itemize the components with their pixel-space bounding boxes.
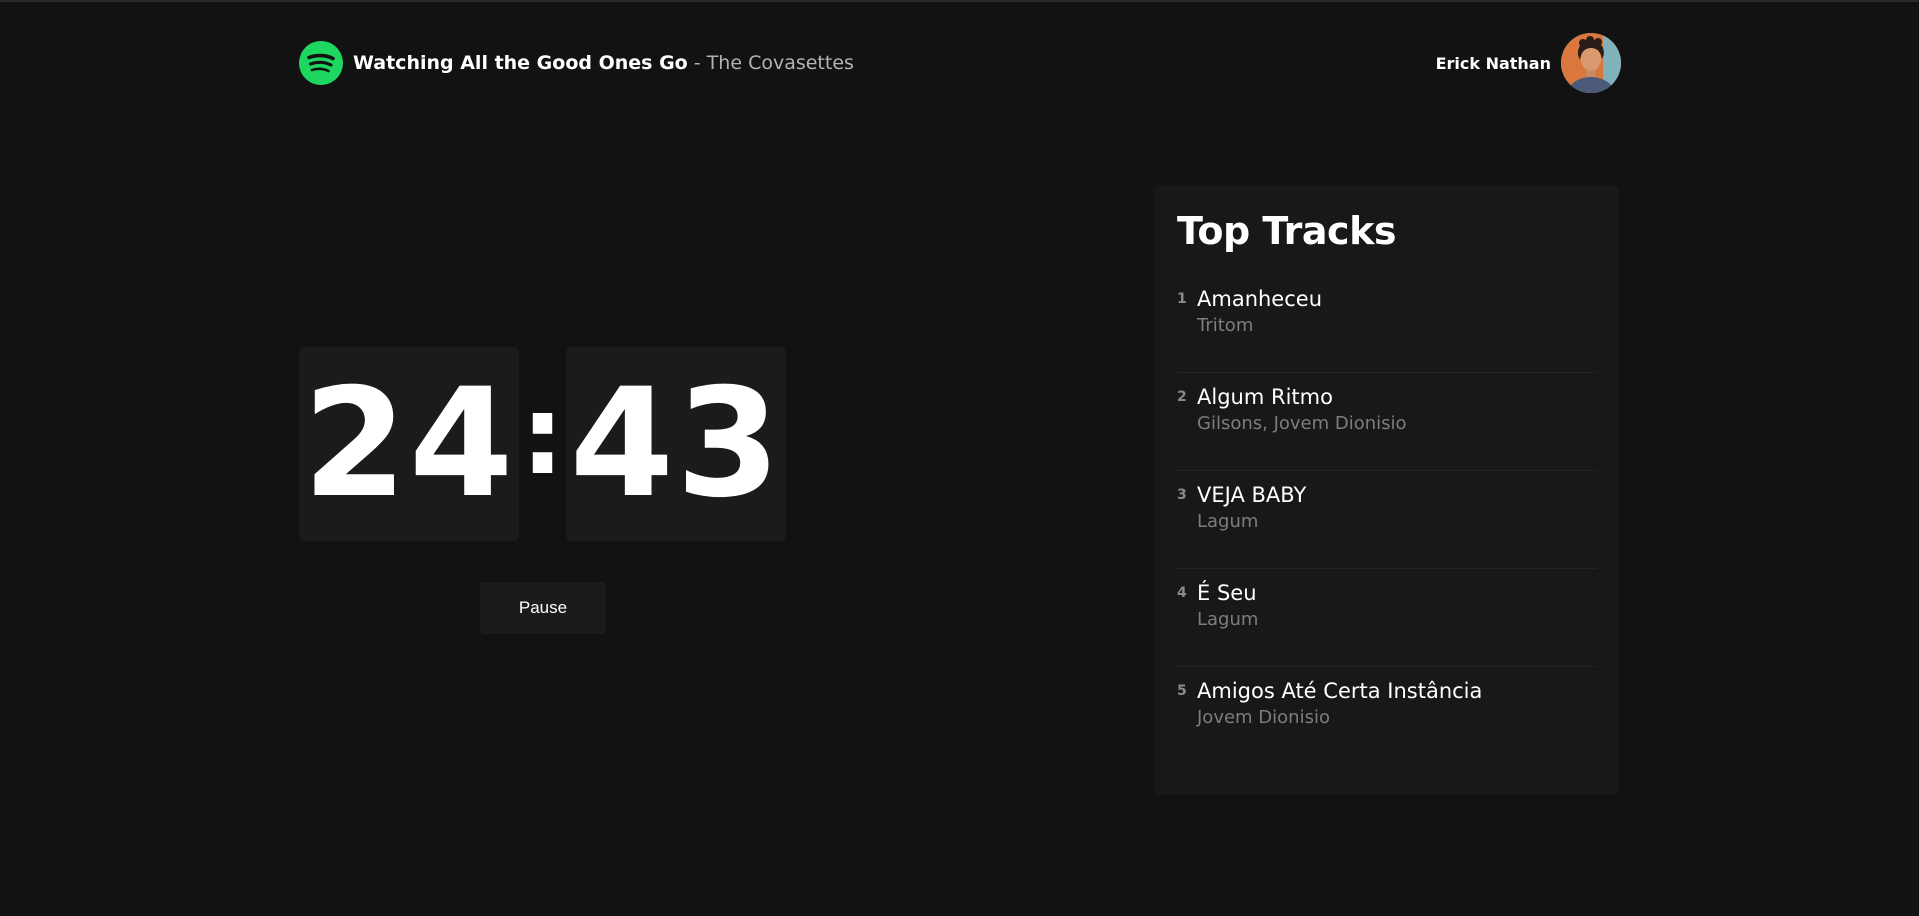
timer-colon: : <box>520 371 565 499</box>
track-name: Amigos Até Certa Instância <box>1197 679 1483 703</box>
now-playing-artist: The Covasettes <box>706 52 854 74</box>
track-artist: Gilsons, Jovem Dionisio <box>1197 413 1407 434</box>
track-item[interactable]: 4 É Seu Lagum <box>1177 569 1597 667</box>
track-rank: 1 <box>1177 291 1187 307</box>
pause-button[interactable]: Pause <box>480 582 606 634</box>
track-rank: 5 <box>1177 683 1187 699</box>
avatar[interactable] <box>1561 33 1621 93</box>
top-tracks-title: Top Tracks <box>1177 209 1396 253</box>
track-artist: Lagum <box>1197 511 1259 532</box>
track-item[interactable]: 5 Amigos Até Certa Instância Jovem Dioni… <box>1177 667 1597 765</box>
track-item[interactable]: 2 Algum Ritmo Gilsons, Jovem Dionisio <box>1177 373 1597 471</box>
track-name: É Seu <box>1197 581 1257 605</box>
now-playing-title: Watching All the Good Ones Go <box>353 52 688 74</box>
now-playing-text: Watching All the Good Ones Go - The Cova… <box>353 52 854 74</box>
timer-seconds: 43 <box>566 347 786 541</box>
track-rank: 3 <box>1177 487 1187 503</box>
user-profile[interactable]: Erick Nathan <box>1436 33 1621 93</box>
spotify-icon[interactable] <box>299 41 343 85</box>
track-name: Algum Ritmo <box>1197 385 1333 409</box>
timer-minutes: 24 <box>299 347 519 541</box>
track-rank: 4 <box>1177 585 1187 601</box>
track-list: 1 Amanheceu Tritom 2 Algum Ritmo Gilsons… <box>1177 275 1597 765</box>
track-item[interactable]: 3 VEJA BABY Lagum <box>1177 471 1597 569</box>
top-tracks-panel: Top Tracks 1 Amanheceu Tritom 2 Algum Ri… <box>1154 185 1619 795</box>
track-name: Amanheceu <box>1197 287 1323 311</box>
now-playing-separator: - <box>687 52 707 74</box>
track-artist: Lagum <box>1197 609 1259 630</box>
track-artist: Jovem Dionisio <box>1197 707 1330 728</box>
track-rank: 2 <box>1177 389 1187 405</box>
track-artist: Tritom <box>1197 315 1254 336</box>
now-playing: Watching All the Good Ones Go - The Cova… <box>299 41 854 85</box>
track-name: VEJA BABY <box>1197 483 1307 507</box>
track-item[interactable]: 1 Amanheceu Tritom <box>1177 275 1597 373</box>
top-border <box>0 0 1919 2</box>
user-name: Erick Nathan <box>1435 53 1551 73</box>
pomodoro-timer: 24 : 43 <box>299 347 786 541</box>
